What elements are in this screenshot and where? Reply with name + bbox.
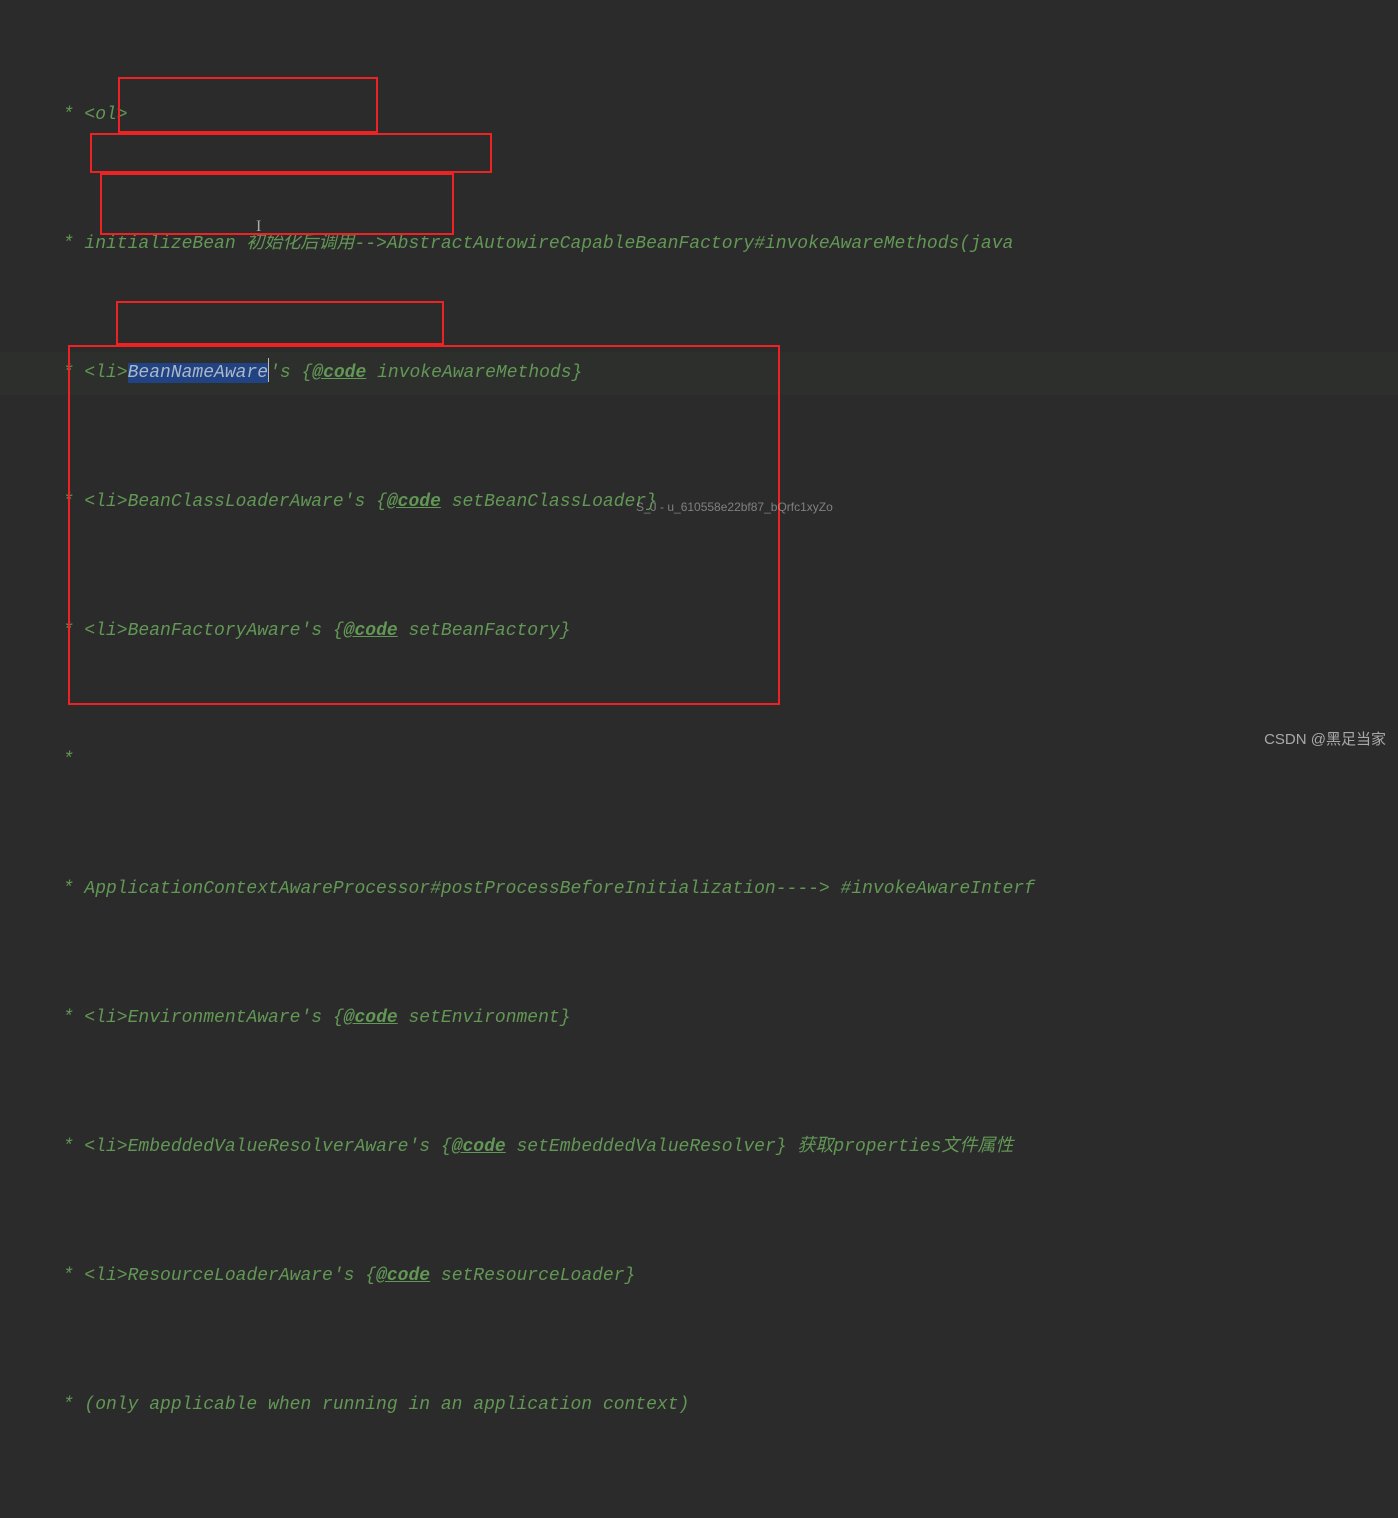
comment-text: <ol>: [84, 105, 127, 125]
selected-text: BeanNameAware: [128, 363, 268, 383]
comment-prefix: *: [52, 1137, 84, 1157]
comment-text: setBeanFactory}: [398, 621, 571, 641]
watermark: S_J - u_610558e22bf87_bQrfc1xyZo: [636, 500, 833, 514]
li-tag: <li>: [84, 1137, 127, 1157]
comment-prefix: *: [52, 492, 84, 512]
li-tag: <li>: [84, 492, 127, 512]
comment-prefix: *: [52, 1266, 84, 1286]
comment-text: setEnvironment}: [398, 1008, 571, 1028]
code-line[interactable]: * <li>ResourceLoaderAware's {@code setRe…: [0, 1255, 1398, 1298]
code-tag: @code: [312, 363, 366, 383]
comment-text: setEmbeddedValueResolver} 获取properties文件…: [506, 1137, 1014, 1157]
comment-text: ResourceLoaderAware's {: [128, 1266, 376, 1286]
comment-prefix: *: [52, 234, 84, 254]
comment-text: EmbeddedValueResolverAware's {: [128, 1137, 452, 1157]
code-tag: @code: [387, 492, 441, 512]
code-line[interactable]: * <li>EmbeddedValueResolverAware's {@cod…: [0, 1126, 1398, 1169]
li-tag: <li>: [84, 1008, 127, 1028]
comment-prefix: *: [52, 363, 84, 383]
comment-prefix: *: [52, 621, 84, 641]
comment-text: 's {: [269, 363, 312, 383]
code-line[interactable]: * <li>EnvironmentAware's {@code setEnvir…: [0, 997, 1398, 1040]
code-line[interactable]: * <li>BeanFactoryAware's {@code setBeanF…: [0, 610, 1398, 653]
comment-prefix: *: [52, 105, 84, 125]
code-line[interactable]: * (only applicable when running in an ap…: [0, 1384, 1398, 1427]
li-tag: <li>: [84, 1266, 127, 1286]
code-line[interactable]: * ApplicationContextAwareProcessor#postP…: [0, 868, 1398, 911]
comment-prefix: *: [52, 1008, 84, 1028]
li-tag: <li>: [84, 621, 127, 641]
code-line[interactable]: *: [0, 739, 1398, 782]
code-editor[interactable]: * <ol> * initializeBean 初始化后调用-->Abstrac…: [0, 0, 1398, 1518]
comment-prefix: *: [52, 1395, 84, 1415]
comment-text: initializeBean 初始化后调用-->AbstractAutowire…: [84, 234, 1013, 254]
comment-prefix: *: [52, 879, 84, 899]
comment-text: invokeAwareMethods}: [366, 363, 582, 383]
comment-text: (only applicable when running in an appl…: [84, 1395, 689, 1415]
comment-prefix: *: [52, 750, 74, 770]
csdn-watermark: CSDN @黑足当家: [1264, 728, 1386, 749]
code-tag: @code: [376, 1266, 430, 1286]
code-tag: @code: [344, 1008, 398, 1028]
comment-text: ApplicationContextAwareProcessor#postPro…: [84, 879, 1035, 899]
code-tag: @code: [452, 1137, 506, 1157]
comment-text: BeanFactoryAware's {: [128, 621, 344, 641]
code-line-active[interactable]: * <li>BeanNameAware's {@code invokeAware…: [0, 352, 1398, 395]
code-line[interactable]: * <li>ApplicationEventPublisherAware's {…: [0, 1513, 1398, 1518]
comment-text: EnvironmentAware's {: [128, 1008, 344, 1028]
comment-text: BeanClassLoaderAware's {: [128, 492, 387, 512]
code-tag: @code: [344, 621, 398, 641]
text-caret: [268, 358, 269, 382]
comment-text: setResourceLoader}: [430, 1266, 635, 1286]
comment-text: setBeanClassLoader}: [441, 492, 657, 512]
li-tag: <li>: [84, 363, 127, 383]
code-line[interactable]: * initializeBean 初始化后调用-->AbstractAutowi…: [0, 223, 1398, 266]
text-cursor-icon: I: [256, 218, 261, 236]
code-line[interactable]: * <ol>: [0, 94, 1398, 137]
